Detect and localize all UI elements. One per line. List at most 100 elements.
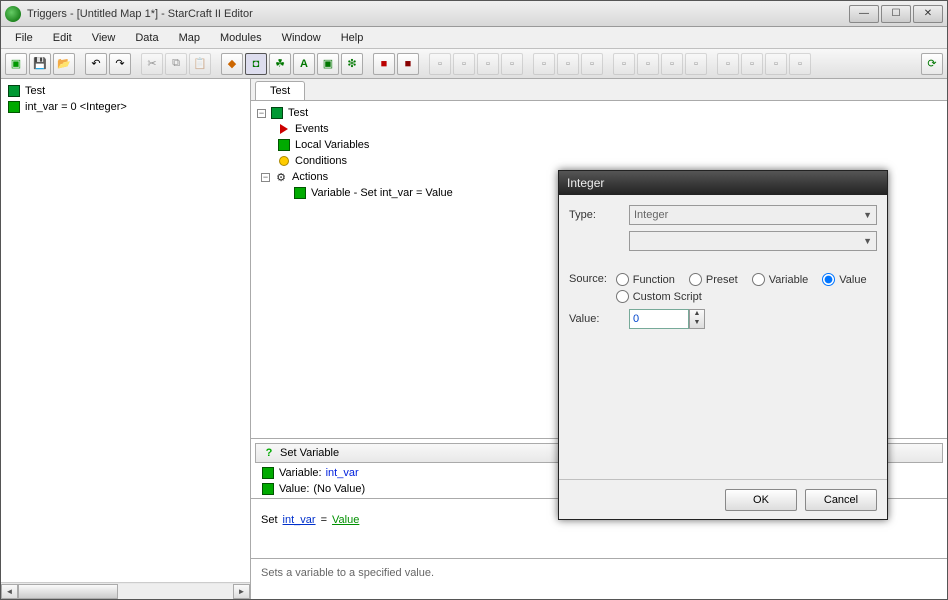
- variable-icon: [7, 100, 21, 114]
- scroll-left-icon[interactable]: ◄: [1, 584, 18, 599]
- tree-item-label: int_var = 0 <Integer>: [25, 101, 127, 113]
- tb-paste-icon[interactable]: 📋: [189, 53, 211, 75]
- tb-validate-icon[interactable]: ⟳: [921, 53, 943, 75]
- left-scrollbar[interactable]: ◄ ►: [1, 582, 250, 599]
- tree-item-test[interactable]: Test: [5, 83, 246, 99]
- tb-text-icon[interactable]: A: [293, 53, 315, 75]
- collapse-icon[interactable]: −: [261, 173, 270, 182]
- hint-panel: Sets a variable to a specified value.: [251, 559, 947, 599]
- trig-conditions-label: Conditions: [295, 155, 347, 167]
- titlebar: Triggers - [Untitled Map 1*] - StarCraft…: [1, 1, 947, 27]
- tb-terrain-icon[interactable]: ◆: [221, 53, 243, 75]
- ok-button[interactable]: OK: [725, 489, 797, 511]
- tb-g6-icon[interactable]: ▫: [557, 53, 579, 75]
- expr-val[interactable]: Value: [332, 514, 359, 526]
- value-label: Value:: [569, 313, 621, 325]
- type-select[interactable]: Integer ▼: [629, 205, 877, 225]
- radio-value[interactable]: Value: [822, 273, 866, 286]
- trig-root-label: Test: [288, 107, 308, 119]
- tab-test[interactable]: Test: [255, 81, 305, 100]
- tb-g12-icon[interactable]: ▫: [717, 53, 739, 75]
- tb-test2-icon[interactable]: ■: [397, 53, 419, 75]
- triggers-tree[interactable]: Test int_var = 0 <Integer>: [1, 79, 250, 582]
- value-spinner[interactable]: ▲ ▼: [689, 309, 705, 329]
- close-button[interactable]: ✕: [913, 5, 943, 23]
- expr-var[interactable]: int_var: [283, 514, 316, 526]
- tb-test-icon[interactable]: ■: [373, 53, 395, 75]
- type-label: Type:: [569, 209, 621, 221]
- tb-g8-icon[interactable]: ▫: [613, 53, 635, 75]
- tb-triggers-icon[interactable]: ◘: [245, 53, 267, 75]
- dialog-body: Type: Integer ▼ ▼ Source: Function Prese…: [559, 195, 887, 479]
- menu-view[interactable]: View: [82, 29, 126, 47]
- maximize-button[interactable]: ☐: [881, 5, 911, 23]
- source-radios: Function Preset Variable Value Custom Sc…: [616, 273, 877, 303]
- trig-events[interactable]: Events: [255, 121, 943, 137]
- tb-import-icon[interactable]: ▣: [317, 53, 339, 75]
- menu-data[interactable]: Data: [125, 29, 168, 47]
- tb-g14-icon[interactable]: ▫: [765, 53, 787, 75]
- tb-g10-icon[interactable]: ▫: [661, 53, 683, 75]
- app-icon: [5, 6, 21, 22]
- spin-down-icon[interactable]: ▼: [690, 319, 704, 328]
- menu-modules[interactable]: Modules: [210, 29, 272, 47]
- radio-custom[interactable]: Custom Script: [616, 290, 877, 303]
- tree-item-label: Test: [25, 85, 45, 97]
- hint-text: Sets a variable to a specified value.: [261, 567, 434, 579]
- tb-g3-icon[interactable]: ▫: [477, 53, 499, 75]
- chevron-down-icon: ▼: [863, 210, 872, 220]
- menu-map[interactable]: Map: [169, 29, 210, 47]
- trig-actions-label: Actions: [292, 171, 328, 183]
- tb-copy-icon[interactable]: ⧉: [165, 53, 187, 75]
- trigger-icon: [7, 84, 21, 98]
- tab-row: Test: [251, 79, 947, 101]
- setvar-value-value[interactable]: (No Value): [313, 483, 365, 495]
- tb-g15-icon[interactable]: ▫: [789, 53, 811, 75]
- tb-g5-icon[interactable]: ▫: [533, 53, 555, 75]
- toolbar: ▣ 💾 📂 ↶ ↷ ✂ ⧉ 📋 ◆ ◘ ☘ A ▣ ❇ ■ ■ ▫ ▫ ▫ ▫ …: [1, 49, 947, 79]
- tb-undo-icon[interactable]: ↶: [85, 53, 107, 75]
- tb-data-icon[interactable]: ☘: [269, 53, 291, 75]
- spin-up-icon[interactable]: ▲: [690, 310, 704, 319]
- trig-conditions[interactable]: Conditions: [255, 153, 943, 169]
- tb-g7-icon[interactable]: ▫: [581, 53, 603, 75]
- menu-file[interactable]: File: [5, 29, 43, 47]
- tb-g1-icon[interactable]: ▫: [429, 53, 451, 75]
- tb-save-icon[interactable]: 💾: [29, 53, 51, 75]
- scroll-track[interactable]: [18, 584, 233, 599]
- tb-g11-icon[interactable]: ▫: [685, 53, 707, 75]
- scroll-right-icon[interactable]: ►: [233, 584, 250, 599]
- tb-g2-icon[interactable]: ▫: [453, 53, 475, 75]
- trig-root[interactable]: − Test: [255, 105, 943, 121]
- radio-variable[interactable]: Variable: [752, 273, 809, 286]
- menu-edit[interactable]: Edit: [43, 29, 82, 47]
- tb-redo-icon[interactable]: ↷: [109, 53, 131, 75]
- tb-g9-icon[interactable]: ▫: [637, 53, 659, 75]
- expr-set: Set: [261, 514, 278, 526]
- tb-new-icon[interactable]: ▣: [5, 53, 27, 75]
- cancel-button[interactable]: Cancel: [805, 489, 877, 511]
- tb-cut-icon[interactable]: ✂: [141, 53, 163, 75]
- value-input[interactable]: [629, 309, 689, 329]
- setvar-variable-label: Variable:: [279, 467, 322, 479]
- menu-help[interactable]: Help: [331, 29, 374, 47]
- tb-open-icon[interactable]: 📂: [53, 53, 75, 75]
- scroll-thumb[interactable]: [18, 584, 118, 599]
- menubar: File Edit View Data Map Modules Window H…: [1, 27, 947, 49]
- window-title: Triggers - [Untitled Map 1*] - StarCraft…: [27, 8, 847, 20]
- subtype-select[interactable]: ▼: [629, 231, 877, 251]
- radio-function[interactable]: Function: [616, 273, 675, 286]
- tree-item-intvar[interactable]: int_var = 0 <Integer>: [5, 99, 246, 115]
- radio-preset[interactable]: Preset: [689, 273, 738, 286]
- flag-icon: [277, 122, 291, 136]
- tb-g13-icon[interactable]: ▫: [741, 53, 763, 75]
- tb-g4-icon[interactable]: ▫: [501, 53, 523, 75]
- setvar-variable-value[interactable]: int_var: [326, 467, 359, 479]
- trig-localvars[interactable]: Local Variables: [255, 137, 943, 153]
- trig-events-label: Events: [295, 123, 329, 135]
- minimize-button[interactable]: —: [849, 5, 879, 23]
- condition-icon: [277, 154, 291, 168]
- menu-window[interactable]: Window: [272, 29, 331, 47]
- tb-overview-icon[interactable]: ❇: [341, 53, 363, 75]
- collapse-icon[interactable]: −: [257, 109, 266, 118]
